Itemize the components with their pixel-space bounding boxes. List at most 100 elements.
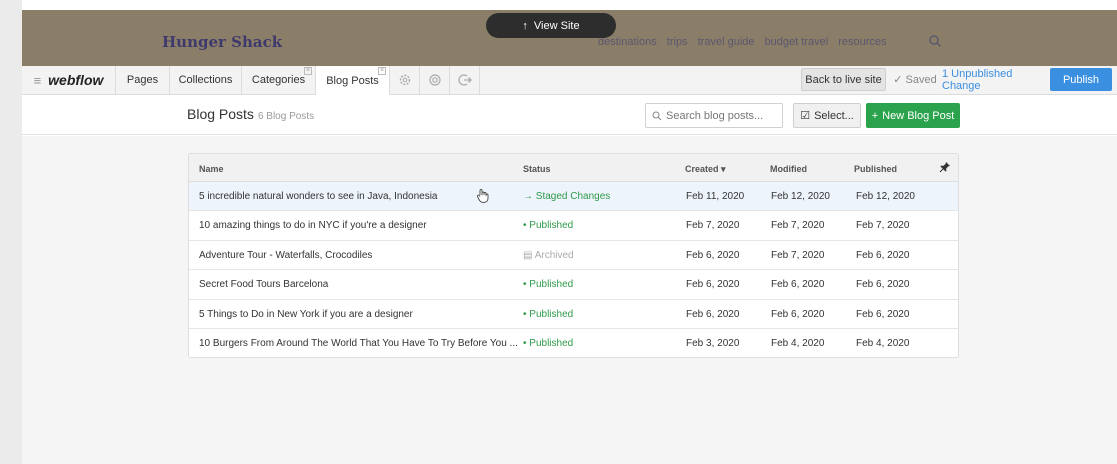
tab-blog-posts[interactable]: Blog Posts × <box>316 66 390 95</box>
status-badge: • Published <box>523 338 573 349</box>
checkbox-icon: ☑ <box>800 110 811 122</box>
tab-label: Categories <box>251 74 306 86</box>
menu-icon[interactable]: ≡ <box>34 73 42 88</box>
settings-gear-icon[interactable] <box>390 66 420 94</box>
view-site-label: View Site <box>533 19 580 32</box>
table-row[interactable]: Adventure Tour - Waterfalls, Crocodiles … <box>189 241 958 271</box>
status-label: Archived <box>534 249 574 261</box>
created-date: Feb 6, 2020 <box>686 308 740 320</box>
created-date: Feb 3, 2020 <box>686 337 740 349</box>
tab-label: Collections <box>178 74 233 86</box>
webflow-logo[interactable]: ≡ webflow <box>22 66 116 94</box>
modified-date: Feb 7, 2020 <box>771 220 825 232</box>
select-button[interactable]: ☑ Select... <box>793 103 861 128</box>
status-label: Staged Changes <box>535 191 611 202</box>
modified-date: Feb 4, 2020 <box>771 337 825 349</box>
tab-pages[interactable]: Pages <box>116 66 170 94</box>
search-icon[interactable] <box>928 34 942 48</box>
view-site-button[interactable]: ↑ View Site <box>486 13 616 38</box>
post-name: 5 incredible natural wonders to see in J… <box>199 191 438 202</box>
post-name: Secret Food Tours Barcelona <box>199 279 329 291</box>
pin-icon[interactable] <box>939 161 951 173</box>
published-date: Feb 6, 2020 <box>856 279 910 291</box>
status-badge: ▤ Archived <box>523 250 574 261</box>
column-label: Created <box>685 164 719 174</box>
table-row[interactable]: 10 amazing things to do in NYC if you're… <box>189 211 958 241</box>
status-dot-icon: • <box>523 220 527 232</box>
published-date: Feb 6, 2020 <box>856 249 910 261</box>
tab-collections[interactable]: Collections <box>170 66 242 94</box>
tab-categories[interactable]: Categories × <box>242 66 316 94</box>
tab-label: Pages <box>126 74 159 86</box>
arrow-up-icon: ↑ <box>522 19 528 32</box>
new-label: New Blog Post <box>882 109 955 122</box>
table-header: Name Status Created ▾ Modified Published <box>189 154 958 182</box>
status-badge: • Published <box>523 279 573 290</box>
arrow-right-icon: → <box>523 191 533 202</box>
check-icon: ✓ <box>893 74 903 86</box>
site-nav-item[interactable]: trips <box>667 36 688 48</box>
collection-table: Name Status Created ▾ Modified Published… <box>188 153 959 358</box>
new-blog-post-button[interactable]: + New Blog Post <box>866 103 960 128</box>
back-to-live-button[interactable]: Back to live site <box>801 68 886 91</box>
search-field[interactable] <box>645 103 783 128</box>
created-date: Feb 11, 2020 <box>686 191 745 202</box>
status-dot-icon: • <box>523 279 527 291</box>
post-name: Adventure Tour - Waterfalls, Crocodiles <box>199 249 373 261</box>
column-header-modified[interactable]: Modified <box>770 164 807 174</box>
left-gutter <box>0 0 22 464</box>
post-name: 10 amazing things to do in NYC if you're… <box>199 220 427 232</box>
hand-cursor-icon <box>477 189 489 203</box>
select-label: Select... <box>814 109 854 122</box>
modified-date: Feb 6, 2020 <box>771 279 825 291</box>
settings-alt-icon[interactable] <box>420 66 450 94</box>
saved-status: ✓ Saved <box>890 68 940 91</box>
plus-icon: + <box>871 109 879 122</box>
publish-button[interactable]: Publish <box>1050 68 1112 91</box>
post-name: 5 Things to Do in New York if you are a … <box>199 308 413 320</box>
column-header-status[interactable]: Status <box>523 164 551 174</box>
export-icon[interactable] <box>450 66 480 94</box>
close-icon[interactable]: × <box>304 67 312 75</box>
table-row[interactable]: 5 incredible natural wonders to see in J… <box>189 182 958 212</box>
status-dot-icon: • <box>523 337 527 349</box>
sort-down-icon: ▾ <box>721 164 726 174</box>
site-nav-item[interactable]: resources <box>838 36 886 48</box>
modified-date: Feb 6, 2020 <box>771 308 825 320</box>
close-icon[interactable]: × <box>378 67 386 75</box>
column-header-name[interactable]: Name <box>199 164 224 174</box>
status-dot-icon: • <box>523 308 527 320</box>
created-date: Feb 7, 2020 <box>686 220 740 232</box>
status-label: Published <box>529 279 574 291</box>
status-badge: → Staged Changes <box>523 191 610 202</box>
site-nav: destinations trips travel guide budget t… <box>598 36 894 48</box>
table-row[interactable]: Secret Food Tours Barcelona • Published … <box>189 270 958 300</box>
site-nav-item[interactable]: destinations <box>598 36 657 48</box>
post-name: 10 Burgers From Around The World That Yo… <box>199 337 518 349</box>
column-header-published[interactable]: Published <box>854 164 897 174</box>
saved-label: Saved <box>905 73 937 86</box>
search-icon <box>652 111 662 120</box>
created-date: Feb 6, 2020 <box>686 279 740 291</box>
site-logo[interactable]: Hunger Shack <box>162 33 282 51</box>
table-row[interactable]: 5 Things to Do in New York if you are a … <box>189 300 958 329</box>
published-date: Feb 7, 2020 <box>856 220 910 232</box>
table-row[interactable]: 10 Burgers From Around The World That Yo… <box>189 329 958 357</box>
page-title: Blog Posts 6 Blog Posts <box>187 106 314 122</box>
search-input[interactable] <box>666 109 776 122</box>
published-date: Feb 12, 2020 <box>856 191 915 202</box>
column-header-created[interactable]: Created ▾ <box>685 164 726 175</box>
status-label: Published <box>529 337 574 349</box>
status-badge: • Published <box>523 309 573 320</box>
published-date: Feb 4, 2020 <box>856 337 910 349</box>
modified-date: Feb 7, 2020 <box>771 249 825 261</box>
tab-label: Blog Posts <box>326 74 379 87</box>
status-badge: • Published <box>523 220 573 231</box>
site-nav-item[interactable]: travel guide <box>698 36 755 48</box>
created-date: Feb 6, 2020 <box>686 249 740 261</box>
unpublished-changes-link[interactable]: 1 Unpublished Change <box>942 68 1046 92</box>
site-nav-item[interactable]: budget travel <box>765 36 829 48</box>
item-count: 6 Blog Posts <box>257 111 315 122</box>
status-label: Published <box>529 220 574 232</box>
published-date: Feb 6, 2020 <box>856 308 910 320</box>
